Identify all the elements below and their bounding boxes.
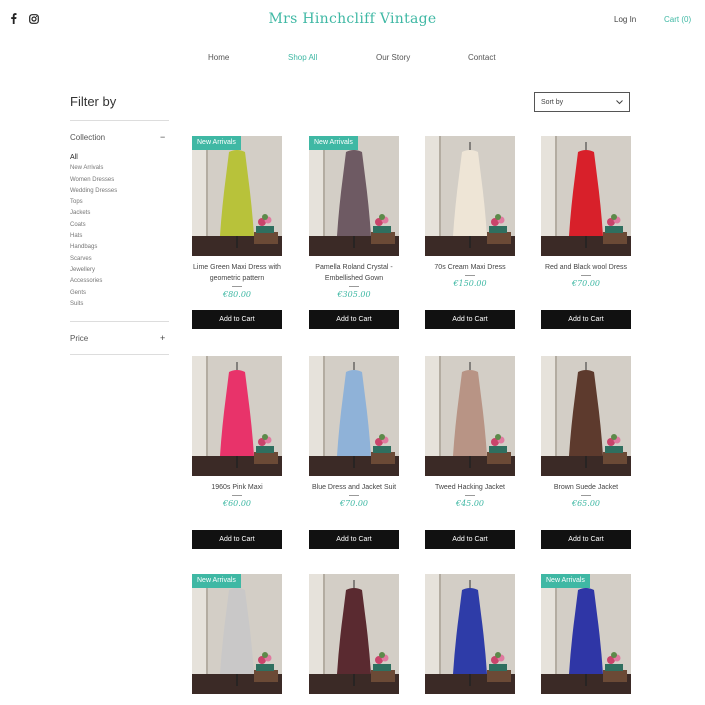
product-price: €60.00 <box>223 499 251 508</box>
collection-item[interactable]: Wedding Dresses <box>70 186 170 197</box>
expand-icon[interactable]: + <box>160 333 165 343</box>
product-image[interactable] <box>425 356 515 476</box>
product-image[interactable]: New Arrivals <box>309 136 399 256</box>
nav-shop-all[interactable]: Shop All <box>288 53 317 62</box>
new-arrivals-badge: New Arrivals <box>192 574 241 588</box>
product-price: €45.00 <box>456 499 484 508</box>
collection-item[interactable]: Suits <box>70 299 170 310</box>
product-card[interactable]: Tweed Hacking Jacket €45.00 Add to Cart <box>425 356 515 549</box>
product-image[interactable]: New Arrivals <box>192 574 282 694</box>
header: Mrs Hinchcliff Vintage Log In Cart (0) H… <box>0 0 705 72</box>
product-price: €70.00 <box>340 499 368 508</box>
product-card[interactable]: New Arrivals <box>541 574 631 694</box>
divider <box>465 275 475 276</box>
product-image[interactable] <box>309 574 399 694</box>
collapse-icon[interactable]: − <box>160 132 165 142</box>
add-to-cart-button[interactable]: Add to Cart <box>425 310 515 329</box>
product-card[interactable]: New Arrivals <box>192 574 282 694</box>
product-name[interactable]: 70s Cream Maxi Dress <box>425 262 515 273</box>
product-name[interactable]: Blue Dress and Jacket Suit <box>309 482 399 493</box>
product-card[interactable] <box>425 574 515 694</box>
product-price: €70.00 <box>572 279 600 288</box>
divider <box>349 495 359 496</box>
collection-item[interactable]: Gents <box>70 288 170 299</box>
product-card[interactable]: 1960s Pink Maxi €60.00 Add to Cart <box>192 356 282 549</box>
new-arrivals-badge: New Arrivals <box>541 574 590 588</box>
price-filter-label[interactable]: Price <box>70 334 88 343</box>
sort-label: Sort by <box>541 99 564 106</box>
product-image[interactable]: New Arrivals <box>541 574 631 694</box>
collection-item[interactable]: Scarves <box>70 254 170 265</box>
product-image[interactable] <box>309 356 399 476</box>
collection-item[interactable]: Women Dresses <box>70 175 170 186</box>
product-price: €305.00 <box>337 290 371 299</box>
new-arrivals-badge: New Arrivals <box>192 136 241 150</box>
product-name[interactable]: Tweed Hacking Jacket <box>425 482 515 493</box>
product-name[interactable]: Lime Green Maxi Dress with geometric pat… <box>192 262 282 284</box>
product-price: €80.00 <box>223 290 251 299</box>
product-name[interactable]: Pamella Roland Crystal - Embellished Gow… <box>309 262 399 284</box>
filter-title: Filter by <box>70 94 117 109</box>
new-arrivals-badge: New Arrivals <box>309 136 358 150</box>
product-name[interactable]: Red and Black wool Dress <box>541 262 631 273</box>
collection-item[interactable]: Handbags <box>70 242 170 253</box>
product-card[interactable]: Red and Black wool Dress €70.00 Add to Car… <box>541 136 631 329</box>
nav-contact[interactable]: Contact <box>468 53 496 62</box>
product-image[interactable] <box>541 136 631 256</box>
chevron-down-icon <box>615 96 624 110</box>
collection-item[interactable]: Accessories <box>70 276 170 287</box>
product-image[interactable] <box>192 356 282 476</box>
product-card[interactable]: Blue Dress and Jacket Suit €70.00 Add to C… <box>309 356 399 549</box>
divider <box>465 495 475 496</box>
add-to-cart-button[interactable]: Add to Cart <box>541 530 631 549</box>
collection-item[interactable]: Hats <box>70 231 170 242</box>
product-card[interactable] <box>309 574 399 694</box>
brand-logo[interactable]: Mrs Hinchcliff Vintage <box>0 11 705 27</box>
collection-item[interactable]: Jackets <box>70 208 170 219</box>
collection-item[interactable]: All <box>70 152 170 163</box>
divider <box>349 286 359 287</box>
nav-our-story[interactable]: Our Story <box>376 53 410 62</box>
collection-item[interactable]: Jewellery <box>70 265 170 276</box>
login-link[interactable]: Log In <box>614 15 636 24</box>
product-price: €150.00 <box>453 279 487 288</box>
product-card[interactable]: New Arrivals Lime Green Maxi Dress with g… <box>192 136 282 329</box>
product-card[interactable]: New Arrivals Pamella Roland Crystal - Emb… <box>309 136 399 329</box>
product-card[interactable]: 70s Cream Maxi Dress €150.00 Add to Cart <box>425 136 515 329</box>
divider <box>232 286 242 287</box>
divider <box>70 354 169 355</box>
collection-item[interactable]: New Arrivals <box>70 163 170 174</box>
collection-filter-label[interactable]: Collection <box>70 133 105 142</box>
add-to-cart-button[interactable]: Add to Cart <box>309 310 399 329</box>
product-price: €65.00 <box>572 499 600 508</box>
collection-list: All New Arrivals Women Dresses Wedding Dres… <box>70 152 170 310</box>
divider <box>70 120 169 121</box>
add-to-cart-button[interactable]: Add to Cart <box>192 530 282 549</box>
nav-home[interactable]: Home <box>208 53 229 62</box>
divider <box>232 495 242 496</box>
add-to-cart-button[interactable]: Add to Cart <box>425 530 515 549</box>
divider <box>581 275 591 276</box>
add-to-cart-button[interactable]: Add to Cart <box>541 310 631 329</box>
add-to-cart-button[interactable]: Add to Cart <box>192 310 282 329</box>
divider <box>70 321 169 322</box>
add-to-cart-button[interactable]: Add to Cart <box>309 530 399 549</box>
main-nav: Home Shop All Our Story Contact <box>0 53 705 65</box>
product-image[interactable] <box>425 574 515 694</box>
product-image[interactable]: New Arrivals <box>192 136 282 256</box>
product-image[interactable] <box>425 136 515 256</box>
cart-link[interactable]: Cart (0) <box>664 15 691 24</box>
product-name[interactable]: 1960s Pink Maxi <box>192 482 282 493</box>
divider <box>581 495 591 496</box>
collection-item[interactable]: Tops <box>70 197 170 208</box>
collection-item[interactable]: Coats <box>70 220 170 231</box>
product-card[interactable]: Brown Suede Jacket €65.00 Add to Cart <box>541 356 631 549</box>
sort-dropdown[interactable]: Sort by <box>534 92 630 112</box>
product-image[interactable] <box>541 356 631 476</box>
product-name[interactable]: Brown Suede Jacket <box>541 482 631 493</box>
